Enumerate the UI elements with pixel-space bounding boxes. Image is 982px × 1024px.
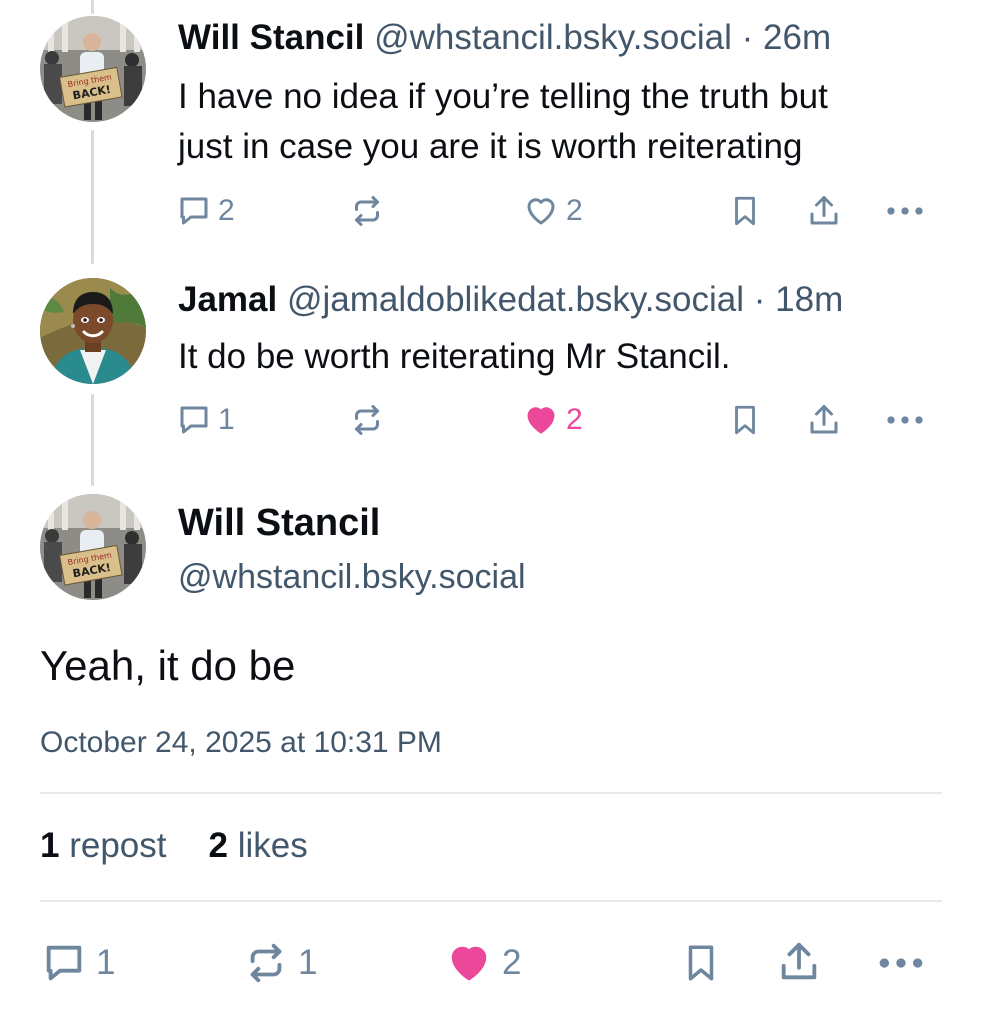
reply-count: 2	[218, 194, 235, 227]
divider	[40, 792, 942, 794]
bookmark-button[interactable]	[680, 940, 722, 986]
author-name[interactable]: Will Stancil	[178, 18, 364, 57]
repost-count: 1	[298, 943, 318, 982]
like-count: 2	[502, 943, 522, 982]
repost-icon	[355, 405, 379, 435]
like-button[interactable]: 2	[522, 193, 583, 229]
share-icon	[810, 196, 838, 225]
avatar[interactable]	[40, 278, 146, 384]
like-stat-count: 2	[208, 826, 228, 865]
post-time[interactable]: 26m	[763, 18, 831, 57]
meta-separator: ·	[731, 18, 764, 57]
engagement-stats: 1 repost 2 likes	[40, 826, 308, 866]
like-stat-label: likes	[237, 826, 308, 865]
share-icon	[810, 405, 838, 434]
heart-icon	[527, 407, 555, 434]
reply-button[interactable]: 1	[176, 402, 235, 438]
author-name[interactable]: Will Stancil	[178, 502, 380, 545]
like-count: 2	[566, 403, 583, 436]
heart-icon	[451, 946, 487, 981]
post-text: I have no idea if you’re telling the tru…	[178, 72, 828, 172]
post-date: October 24, 2025 at 10:31 PM	[40, 726, 442, 759]
post-time[interactable]: 18m	[775, 280, 843, 319]
more-options-button[interactable]	[884, 193, 926, 229]
repost-icon	[250, 943, 282, 983]
post-text: Yeah, it do be	[40, 642, 296, 689]
repost-stat-count: 1	[40, 826, 60, 865]
ellipsis-icon	[887, 416, 923, 424]
reply-button[interactable]: 1	[40, 940, 115, 986]
bookmark-button[interactable]	[728, 193, 762, 229]
avatar[interactable]: Bring them BACK!	[40, 494, 146, 600]
post-text-line: I have no idea if you’re telling the tru…	[178, 77, 828, 116]
thread-line	[91, 130, 94, 264]
reply-count: 1	[218, 403, 235, 436]
post-text-line: just in case you are it is worth reitera…	[178, 127, 803, 166]
repost-button[interactable]	[348, 193, 386, 229]
share-button[interactable]	[776, 938, 822, 986]
bookmark-button[interactable]	[728, 402, 762, 438]
reply-count: 1	[96, 943, 116, 982]
post-header: Will Stancil @whstancil.bsky.social · 26…	[178, 18, 831, 58]
share-button[interactable]	[806, 192, 842, 230]
post-text: It do be worth reiterating Mr Stancil.	[178, 332, 730, 382]
repost-button[interactable]: 1	[242, 940, 317, 986]
more-options-button[interactable]	[884, 402, 926, 438]
repost-stat-label: repost	[69, 826, 167, 865]
like-button[interactable]: 2	[522, 402, 583, 438]
ellipsis-icon	[879, 958, 923, 968]
repost-button[interactable]	[348, 402, 386, 438]
author-handle[interactable]: @jamaldoblikedat.bsky.social	[287, 280, 744, 319]
repost-stat[interactable]: 1 repost	[40, 826, 166, 866]
share-icon	[781, 942, 817, 980]
like-stat[interactable]: 2 likes	[208, 826, 307, 866]
reply-button[interactable]: 2	[176, 193, 235, 229]
repost-icon	[355, 196, 379, 226]
reply-icon	[46, 945, 82, 981]
bookmark-icon	[735, 405, 755, 435]
like-button[interactable]: 2	[444, 940, 521, 986]
thread-line	[91, 0, 94, 14]
thread-line	[91, 394, 94, 486]
bookmark-icon	[688, 945, 714, 981]
reply-icon	[180, 197, 208, 225]
meta-separator: ·	[744, 280, 776, 319]
author-handle[interactable]: @whstancil.bsky.social	[178, 558, 526, 597]
more-options-button[interactable]	[876, 940, 926, 986]
ellipsis-icon	[887, 207, 923, 215]
bookmark-icon	[735, 196, 755, 226]
divider	[40, 900, 942, 902]
heart-icon	[527, 198, 555, 225]
author-handle[interactable]: @whstancil.bsky.social	[374, 18, 732, 57]
author-name[interactable]: Jamal	[178, 280, 277, 319]
share-button[interactable]	[806, 401, 842, 439]
avatar[interactable]: Bring them BACK!	[40, 16, 146, 122]
reply-icon	[180, 406, 208, 434]
post-header: Jamal @jamaldoblikedat.bsky.social · 18m	[178, 280, 843, 320]
post-text-line: It do be worth reiterating Mr Stancil.	[178, 337, 731, 376]
like-count: 2	[566, 194, 583, 227]
